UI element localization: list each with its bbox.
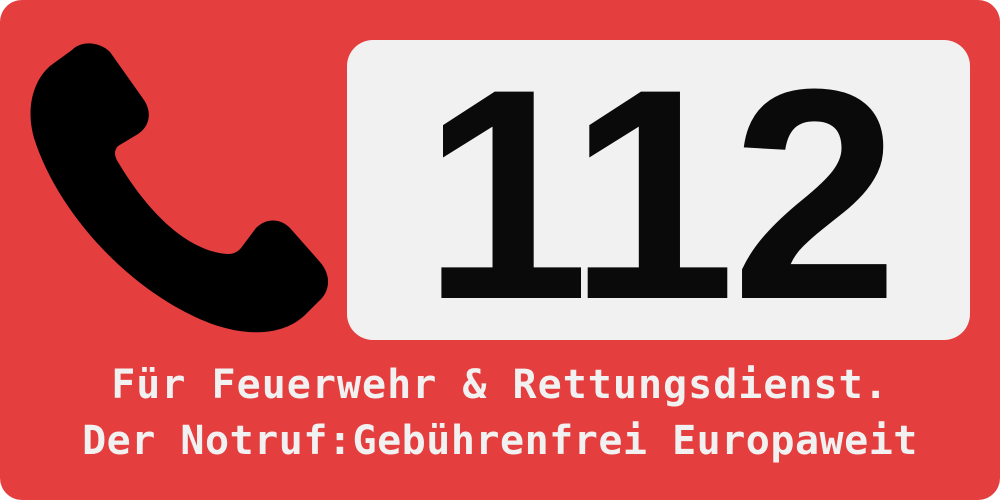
caption-line-1: Für Feuerwehr & Rettungsdienst. xyxy=(111,362,889,408)
emergency-number-sign: 112 Für Feuerwehr & Rettungsdienst. Der … xyxy=(0,0,1000,500)
number-box: 112 xyxy=(347,40,970,344)
phone-icon xyxy=(22,38,332,338)
caption-line-2: Der Notruf:Gebührenfrei Europaweit xyxy=(82,418,918,464)
emergency-number: 112 xyxy=(422,26,899,362)
